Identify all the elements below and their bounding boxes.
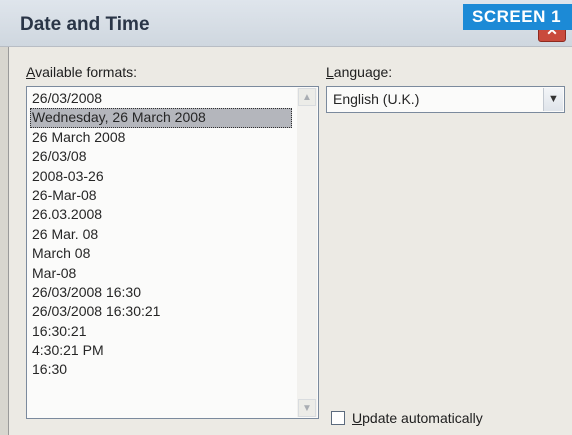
available-formats-label: Available formats: bbox=[26, 64, 137, 80]
format-list-item[interactable]: 26/03/2008 16:30:21 bbox=[30, 302, 292, 321]
format-list-item[interactable]: 16:30:21 bbox=[30, 322, 292, 341]
dialog-titlebar: Date and Time ✕ SCREEN 1 bbox=[0, 0, 572, 47]
update-automatically-label[interactable]: Update automatically bbox=[352, 410, 483, 426]
dialog-title: Date and Time bbox=[20, 14, 150, 35]
list-scrollbar[interactable]: ▲ ▼ bbox=[297, 88, 317, 417]
format-list-item[interactable]: March 08 bbox=[30, 244, 292, 263]
format-list-item[interactable]: 2008-03-26 bbox=[30, 167, 292, 186]
label-text: anguage: bbox=[333, 64, 393, 80]
format-list-item[interactable]: 26/03/2008 bbox=[30, 89, 292, 108]
language-selected-value: English (U.K.) bbox=[333, 91, 420, 107]
language-select[interactable]: English (U.K.) ▼ bbox=[326, 86, 565, 113]
format-list-item[interactable]: 26 Mar. 08 bbox=[30, 225, 292, 244]
screen-tag-badge: SCREEN 1 bbox=[463, 4, 572, 30]
format-list-item[interactable]: 26 March 2008 bbox=[30, 128, 292, 147]
format-list-item[interactable]: 4:30:21 PM bbox=[30, 341, 292, 360]
dropdown-button[interactable]: ▼ bbox=[543, 88, 563, 111]
update-automatically-checkbox[interactable] bbox=[331, 411, 345, 425]
format-list-item-selected[interactable]: Wednesday, 26 March 2008 bbox=[30, 108, 292, 128]
available-formats-list[interactable]: 26/03/2008 Wednesday, 26 March 2008 26 Mar… bbox=[26, 86, 319, 419]
label-accelerator: L bbox=[326, 64, 334, 80]
dialog-body: Available formats: 26/03/2008 Wednesday, … bbox=[8, 47, 572, 435]
scroll-down-arrow-icon: ▼ bbox=[302, 403, 312, 414]
format-list-item[interactable]: 26/03/08 bbox=[30, 147, 292, 166]
format-list-item[interactable]: 26.03.2008 bbox=[30, 205, 292, 224]
chevron-down-icon: ▼ bbox=[548, 93, 559, 105]
label-accelerator: U bbox=[352, 410, 363, 426]
format-list-item[interactable]: 26/03/2008 16:30 bbox=[30, 283, 292, 302]
format-list-item[interactable]: 16:30 bbox=[30, 360, 292, 379]
scroll-up-button[interactable]: ▲ bbox=[298, 88, 316, 106]
label-text: vailable formats: bbox=[35, 64, 138, 80]
scroll-up-arrow-icon: ▲ bbox=[302, 92, 312, 103]
scroll-down-button[interactable]: ▼ bbox=[298, 399, 316, 417]
format-list-item[interactable]: Mar-08 bbox=[30, 264, 292, 283]
label-accelerator: A bbox=[26, 64, 36, 80]
format-list-items: 26/03/2008 Wednesday, 26 March 2008 26 Mar… bbox=[30, 89, 292, 380]
language-label: Language: bbox=[326, 64, 392, 80]
format-list-item[interactable]: 26-Mar-08 bbox=[30, 186, 292, 205]
label-text: pdate automatically bbox=[362, 410, 483, 426]
